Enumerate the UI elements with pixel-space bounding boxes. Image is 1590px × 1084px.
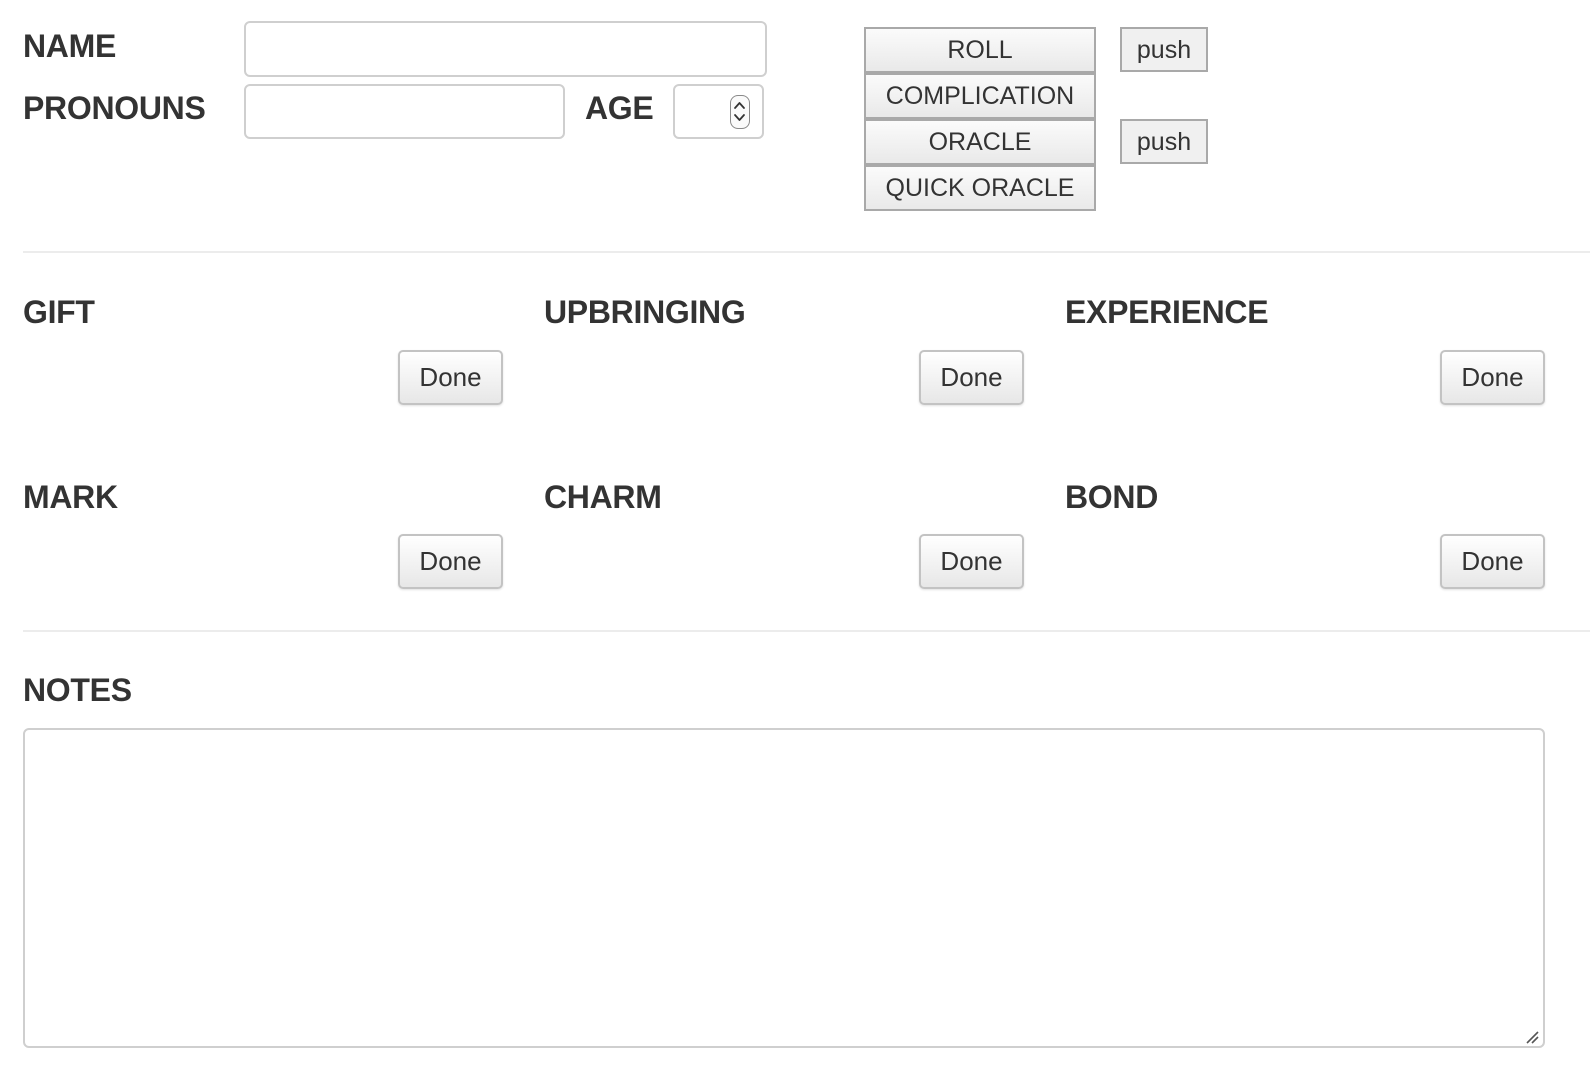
pronouns-label: PRONOUNS bbox=[23, 90, 206, 126]
quick-oracle-button[interactable]: QUICK ORACLE bbox=[864, 165, 1096, 211]
divider bbox=[23, 630, 1590, 632]
stepper-arrows[interactable] bbox=[730, 95, 750, 129]
notes-textarea[interactable] bbox=[23, 728, 1545, 1048]
mark-done-button[interactable]: Done bbox=[398, 534, 503, 589]
chevron-up-down-icon bbox=[734, 102, 745, 121]
name-input[interactable] bbox=[244, 21, 767, 77]
section-label-bond: BOND bbox=[1065, 479, 1159, 515]
oracle-button[interactable]: ORACLE bbox=[864, 119, 1096, 165]
section-label-mark: MARK bbox=[23, 479, 118, 515]
push-roll-button[interactable]: push bbox=[1120, 27, 1208, 72]
upbringing-done-button[interactable]: Done bbox=[919, 350, 1024, 405]
complication-button[interactable]: COMPLICATION bbox=[864, 73, 1096, 119]
section-label-charm: CHARM bbox=[544, 479, 662, 515]
section-label-upbringing: UPBRINGING bbox=[544, 294, 746, 330]
charm-done-button[interactable]: Done bbox=[919, 534, 1024, 589]
roll-button[interactable]: ROLL bbox=[864, 27, 1096, 73]
age-stepper[interactable] bbox=[673, 84, 764, 139]
character-sheet: NAME PRONOUNS AGE ROLL COMPLICATION ORAC… bbox=[0, 0, 1590, 1084]
section-label-gift: GIFT bbox=[23, 294, 95, 330]
resize-handle-icon[interactable] bbox=[1525, 1030, 1539, 1044]
experience-done-button[interactable]: Done bbox=[1440, 350, 1545, 405]
notes-label: NOTES bbox=[23, 672, 132, 708]
bond-done-button[interactable]: Done bbox=[1440, 534, 1545, 589]
section-label-experience: EXPERIENCE bbox=[1065, 294, 1269, 330]
pronouns-input[interactable] bbox=[244, 84, 565, 139]
divider bbox=[23, 251, 1590, 253]
age-label: AGE bbox=[585, 90, 654, 126]
gift-done-button[interactable]: Done bbox=[398, 350, 503, 405]
age-input[interactable] bbox=[681, 92, 725, 134]
push-oracle-button[interactable]: push bbox=[1120, 119, 1208, 164]
name-label: NAME bbox=[23, 28, 117, 64]
